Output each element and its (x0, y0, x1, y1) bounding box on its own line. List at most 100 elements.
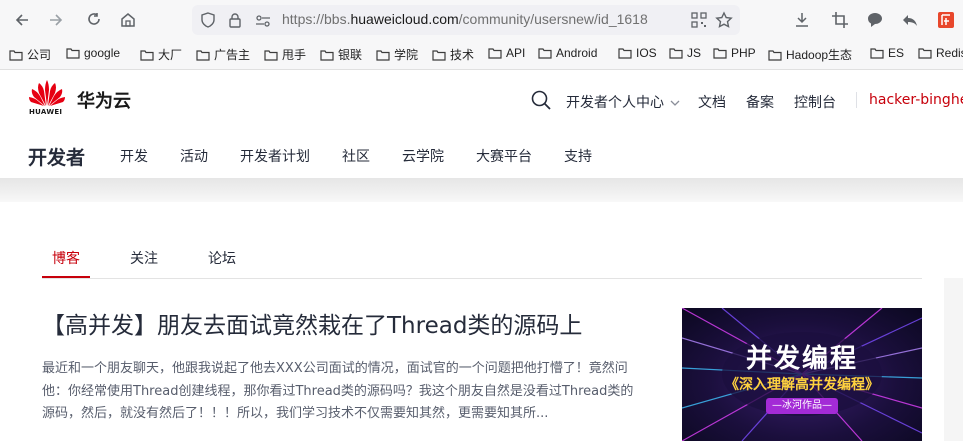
bookmark-folder[interactable]: API (488, 46, 525, 60)
bookmark-label: Redis (936, 46, 963, 60)
logo-text[interactable]: 华为云 (77, 87, 131, 113)
tab-following[interactable]: 关注 (130, 248, 158, 276)
nav-item-dev-plan[interactable]: 开发者计划 (240, 146, 310, 166)
url-prefix: https://bbs. (282, 11, 351, 27)
bookmarks-bar: 公司 google 大厂 广告主 甩手 银联 学院 技术 API Android… (0, 40, 963, 70)
bookmark-label: JS (687, 46, 702, 60)
cover-subtitle: 《深入理解高并发编程》 (725, 377, 879, 393)
folder-icon (432, 49, 446, 61)
nav-item-contest[interactable]: 大赛平台 (476, 146, 532, 166)
bookmark-label: 银联 (338, 48, 363, 62)
content-tabs: 博客 关注 论坛 (42, 248, 922, 279)
bookmark-label: Hadoop生态 (786, 48, 853, 62)
bookmark-label: Android (556, 46, 598, 60)
shield-icon[interactable] (200, 12, 216, 32)
developer-brand[interactable]: 开发者 (28, 143, 85, 170)
profile-banner (0, 178, 963, 202)
developer-nav: 开发者 开发 活动 开发者计划 社区 云学院 大赛平台 支持 (0, 130, 963, 178)
bookmark-folder[interactable]: google (66, 46, 120, 60)
sidebar-edge (944, 278, 963, 441)
folder-icon (538, 48, 552, 59)
home-icon[interactable] (116, 8, 140, 32)
tab-forum[interactable]: 论坛 (208, 248, 236, 276)
folder-icon (488, 48, 502, 59)
docs-link[interactable]: 文档 (698, 92, 726, 112)
bookmark-folder[interactable]: 公司 (9, 46, 51, 63)
nav-item-community[interactable]: 社区 (342, 146, 370, 166)
dev-center-label: 开发者个人中心 (566, 95, 664, 111)
bookmark-folder[interactable]: 银联 (320, 46, 362, 63)
url-domain: huaweicloud.com (350, 11, 459, 27)
nav-item-develop[interactable]: 开发 (120, 146, 148, 166)
url-path: /community/usersnew/id_1618 (458, 11, 648, 27)
folder-icon (320, 49, 334, 61)
url-text[interactable]: https://bbs.huaweicloud.com/community/us… (282, 11, 648, 27)
folder-icon (918, 48, 932, 59)
reply-arrow-icon[interactable] (898, 8, 922, 32)
tab-blog[interactable]: 博客 (42, 248, 90, 278)
post-summary: 最近和一个朋友聊天，他跟我说起了他去XXX公司面试的情况，面试官的一个问题把他打… (42, 361, 634, 421)
bookmark-folder[interactable]: PHP (713, 46, 756, 60)
bookmark-folder[interactable]: Android (538, 46, 597, 60)
folder-icon (618, 48, 632, 59)
nav-item-support[interactable]: 支持 (564, 146, 592, 166)
extension-icon[interactable] (934, 8, 958, 32)
username-link[interactable]: hacker-binghe (869, 92, 963, 108)
bookmark-label: 公司 (27, 48, 52, 62)
address-bar[interactable]: https://bbs.huaweicloud.com/community/us… (192, 5, 740, 35)
bookmark-star-icon[interactable] (715, 11, 733, 33)
folder-icon (669, 48, 683, 59)
folder-icon (870, 48, 884, 59)
cover-author-badge: —冰河作品— (766, 398, 838, 414)
nav-item-cloud-academy[interactable]: 云学院 (402, 146, 444, 166)
crop-icon[interactable] (828, 8, 852, 32)
bookmark-label: 甩手 (282, 48, 307, 62)
bookmark-label: 学院 (394, 48, 419, 62)
bookmark-label: 广告主 (214, 48, 251, 62)
folder-icon (140, 49, 154, 61)
bookmark-folder[interactable]: 技术 (432, 46, 474, 63)
dev-center-menu[interactable]: 开发者个人中心 (566, 92, 680, 112)
bookmark-folder[interactable]: Redis (918, 46, 963, 60)
bookmark-folder[interactable]: ES (870, 46, 904, 60)
qr-code-icon[interactable] (689, 12, 707, 32)
divider (856, 92, 857, 108)
cover-title: 并发编程 (745, 344, 858, 374)
bookmark-folder[interactable]: Hadoop生态 (768, 46, 852, 63)
download-icon[interactable] (790, 8, 814, 32)
bookmark-label: API (506, 46, 526, 60)
bookmark-folder[interactable]: 学院 (376, 46, 418, 63)
bookmark-folder[interactable]: JS (669, 46, 701, 60)
folder-icon (66, 48, 80, 59)
console-link[interactable]: 控制台 (794, 92, 836, 112)
bookmark-folder[interactable]: 大厂 (140, 46, 182, 63)
browser-toolbar: https://bbs.huaweicloud.com/community/us… (0, 0, 963, 40)
forward-arrow-icon[interactable] (44, 8, 68, 32)
folder-icon (713, 48, 727, 59)
bookmark-label: 技术 (450, 48, 475, 62)
bookmark-label: google (84, 46, 121, 60)
folder-icon (196, 49, 210, 61)
nav-item-activity[interactable]: 活动 (180, 146, 208, 166)
search-icon[interactable] (531, 90, 551, 114)
bookmark-folder[interactable]: IOS (618, 46, 657, 60)
folder-icon (9, 49, 23, 61)
folder-icon (376, 49, 390, 61)
reload-icon[interactable] (82, 8, 106, 32)
logo-subtext: HUAWEI (29, 108, 63, 116)
lock-icon[interactable] (227, 12, 243, 32)
bookmark-label: PHP (731, 46, 756, 60)
post-title[interactable]: 【高并发】朋友去面试竟然栽在了Thread类的源码上 (42, 306, 662, 340)
record-link[interactable]: 备案 (746, 92, 774, 112)
back-arrow-icon[interactable] (10, 8, 34, 32)
bookmark-label: IOS (636, 46, 657, 60)
site-settings-icon[interactable] (255, 13, 271, 32)
bookmark-label: ES (888, 46, 905, 60)
bookmark-folder[interactable]: 广告主 (196, 46, 250, 63)
site-header: HUAWEI 华为云 开发者个人中心 文档 备案 控制台 hacker-bing… (0, 70, 963, 130)
bookmark-label: 大厂 (158, 48, 183, 62)
huawei-logo-icon[interactable] (28, 78, 66, 112)
post-cover-image[interactable]: 并发编程 《深入理解高并发编程》 —冰河作品— (682, 308, 922, 441)
bookmark-folder[interactable]: 甩手 (264, 46, 306, 63)
chat-bubble-icon[interactable] (863, 8, 887, 32)
